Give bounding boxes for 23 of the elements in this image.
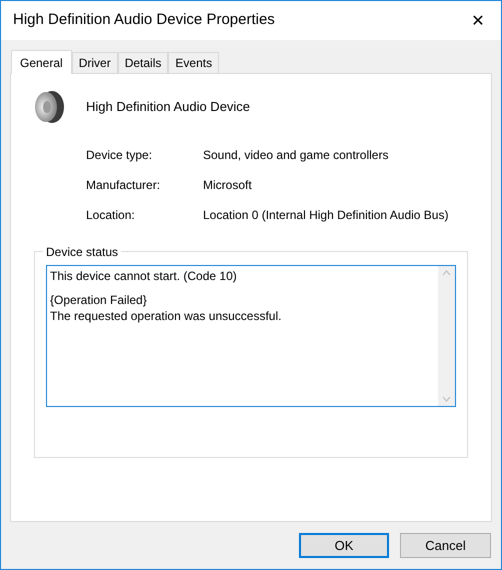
status-text: {Operation Failed}: [50, 292, 147, 308]
tab[interactable]: General: [11, 50, 72, 74]
tab[interactable]: Driver: [72, 52, 118, 73]
property-label: Device type:: [86, 147, 154, 164]
tab[interactable]: Details: [118, 52, 168, 73]
property-label: Manufacturer:: [86, 177, 162, 194]
status-text: The requested operation was unsuccessful.: [50, 308, 282, 324]
scroll-down-icon[interactable]: [442, 396, 451, 402]
status-text: This device cannot start. (Code 10): [50, 268, 237, 284]
close-button[interactable]: ✕: [455, 2, 501, 40]
property-value: Microsoft: [203, 177, 253, 194]
device-name: High Definition Audio Device: [86, 98, 250, 116]
property-value: Location 0 (Internal High Definition Audio Bus): [203, 207, 450, 224]
speaker-icon: [34, 90, 64, 124]
status-text-field[interactable]: This device cannot start. (Code 10) {Operation Failed} The requested operation was unsuccessful.: [46, 265, 456, 407]
tab[interactable]: Events: [168, 52, 220, 73]
dialog-button[interactable]: OK: [299, 533, 389, 558]
window-title: High Definition Audio Device Properties: [13, 10, 275, 30]
scroll-up-icon[interactable]: [442, 270, 451, 276]
scroll-bar[interactable]: [438, 266, 455, 406]
property-label: Location:: [86, 207, 136, 224]
property-value: Sound, video and game controllers: [203, 147, 390, 164]
dialog-button[interactable]: Cancel: [400, 533, 491, 558]
